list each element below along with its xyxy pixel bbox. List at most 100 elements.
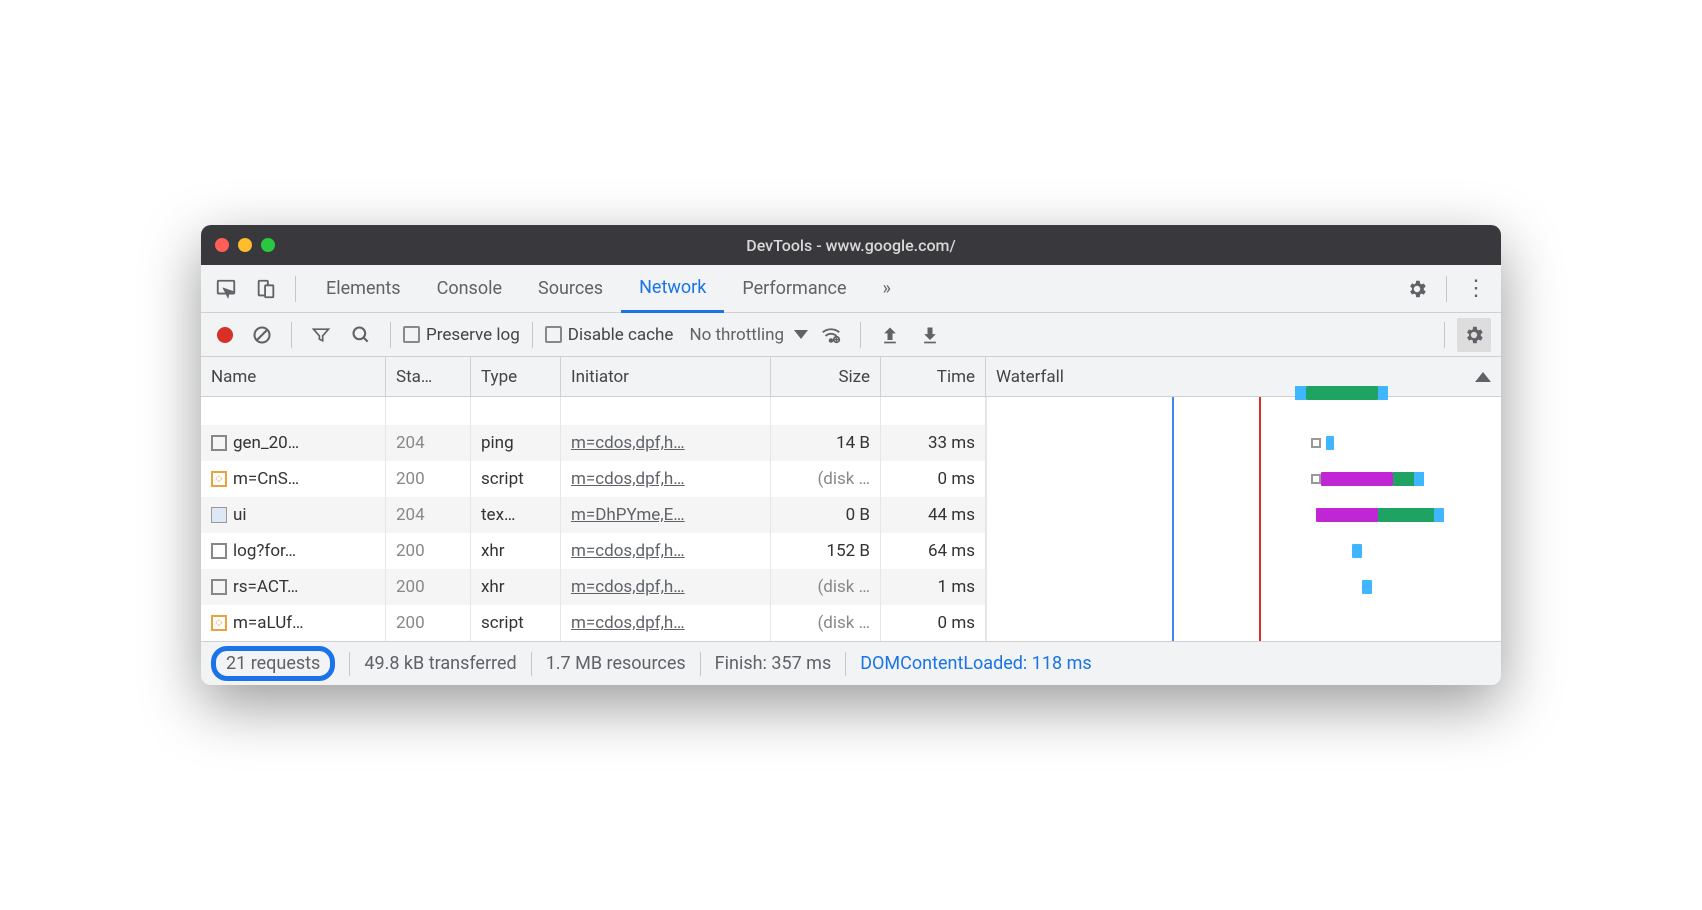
cell-initiator[interactable]: m=cdos,dpf,h… xyxy=(571,541,685,561)
checkbox-icon xyxy=(545,326,562,343)
traffic-lights xyxy=(215,238,275,252)
script-icon: ◇ xyxy=(211,471,227,487)
chevron-down-icon xyxy=(794,330,808,339)
waterfall-bar-segment xyxy=(1378,508,1435,522)
col-name[interactable]: Name xyxy=(201,357,386,396)
close-icon[interactable] xyxy=(215,238,229,252)
cell-size: (disk … xyxy=(771,461,881,497)
separator xyxy=(532,322,533,348)
search-icon[interactable] xyxy=(344,318,378,352)
cell-time: 33 ms xyxy=(881,425,986,461)
tab-performance[interactable]: Performance xyxy=(724,265,864,313)
network-toolbar: Preserve log Disable cache No throttling xyxy=(201,313,1501,357)
table-row[interactable]: gen_20…204pingm=cdos,dpf,h…14 B33 ms xyxy=(201,425,986,461)
col-size[interactable]: Size xyxy=(771,357,881,396)
cell-initiator[interactable]: m=cdos,dpf,h… xyxy=(571,577,685,597)
devtools-window: DevTools - www.google.com/ Elements Cons… xyxy=(201,225,1501,685)
disable-cache-checkbox[interactable]: Disable cache xyxy=(545,325,674,345)
cell-type: script xyxy=(471,605,561,641)
download-har-icon[interactable] xyxy=(913,318,947,352)
cell-type: script xyxy=(471,461,561,497)
resources-stat: 1.7 MB resources xyxy=(532,653,700,674)
tab-network[interactable]: Network xyxy=(621,265,724,313)
device-toggle-icon[interactable] xyxy=(249,272,283,306)
waterfall-bar-segment xyxy=(1393,472,1414,486)
waterfall-bar[interactable] xyxy=(1362,580,1372,594)
separator xyxy=(1446,276,1447,302)
cell-time: 44 ms xyxy=(881,497,986,533)
waterfall-bar[interactable] xyxy=(1321,472,1393,486)
cell-initiator[interactable]: m=cdos,dpf,h… xyxy=(571,433,685,453)
cell-type: xhr xyxy=(471,569,561,605)
separator xyxy=(860,322,861,348)
cell-status: 200 xyxy=(386,533,471,569)
tabs-more-icon[interactable]: » xyxy=(865,265,909,313)
col-time[interactable]: Time xyxy=(881,357,986,396)
tab-console[interactable]: Console xyxy=(419,265,520,313)
table-row[interactable]: ui204tex…m=DhPYme,E…0 B44 ms xyxy=(201,497,986,533)
table-row[interactable]: log?for…200xhrm=cdos,dpf,h…152 B64 ms xyxy=(201,533,986,569)
cell-size: 152 B xyxy=(771,533,881,569)
kebab-menu-icon[interactable]: ⋮ xyxy=(1459,272,1493,306)
throttling-select[interactable]: No throttling xyxy=(689,325,808,345)
script-icon: ◇ xyxy=(211,615,227,631)
minimize-icon[interactable] xyxy=(238,238,252,252)
clear-icon[interactable] xyxy=(245,318,279,352)
table-row[interactable]: ◇m=aLUf…200scriptm=cdos,dpf,h…(disk …0 m… xyxy=(201,605,986,641)
filter-icon[interactable] xyxy=(304,318,338,352)
table-row[interactable]: rs=ACT…200xhrm=cdos,dpf,h…(disk …1 ms xyxy=(201,569,986,605)
cell-size: 14 B xyxy=(771,425,881,461)
waterfall-bar-segment xyxy=(1434,508,1444,522)
transferred-stat: 49.8 kB transferred xyxy=(350,653,530,674)
separator xyxy=(295,276,296,302)
cell-time: 64 ms xyxy=(881,533,986,569)
waterfall-bar-segment xyxy=(1414,472,1424,486)
waterfall-bar[interactable] xyxy=(1316,508,1378,522)
settings-icon[interactable] xyxy=(1400,272,1434,306)
file-icon xyxy=(211,579,227,595)
cell-size: 0 B xyxy=(771,497,881,533)
col-waterfall[interactable]: Waterfall xyxy=(986,357,1501,396)
cell-time: 0 ms xyxy=(881,461,986,497)
waterfall-bar[interactable] xyxy=(1352,544,1362,558)
waterfall-bar[interactable] xyxy=(1306,386,1378,400)
panel-settings-icon[interactable] xyxy=(1457,318,1491,352)
separator xyxy=(291,322,292,348)
waterfall-area xyxy=(986,397,1501,641)
queueing-marker xyxy=(1311,438,1321,448)
image-icon xyxy=(211,507,227,523)
cell-status: 204 xyxy=(386,425,471,461)
cell-name: m=CnS… xyxy=(233,469,299,489)
cell-initiator[interactable]: m=cdos,dpf,h… xyxy=(571,469,685,489)
col-initiator[interactable]: Initiator xyxy=(561,357,771,396)
preserve-log-label: Preserve log xyxy=(426,325,520,345)
cell-type: ping xyxy=(471,425,561,461)
cell-name: log?for… xyxy=(233,541,296,561)
col-type[interactable]: Type xyxy=(471,357,561,396)
cell-size: (disk … xyxy=(771,605,881,641)
network-conditions-icon[interactable] xyxy=(814,318,848,352)
cell-size: (disk … xyxy=(771,569,881,605)
maximize-icon[interactable] xyxy=(261,238,275,252)
cell-initiator[interactable]: m=cdos,dpf,h… xyxy=(571,613,685,633)
cell-status: 200 xyxy=(386,605,471,641)
record-button-icon[interactable] xyxy=(217,327,233,343)
cell-status: 200 xyxy=(386,461,471,497)
disable-cache-label: Disable cache xyxy=(568,325,674,345)
file-icon xyxy=(211,543,227,559)
preserve-log-checkbox[interactable]: Preserve log xyxy=(403,325,520,345)
col-status[interactable]: Sta… xyxy=(386,357,471,396)
titlebar: DevTools - www.google.com/ xyxy=(201,225,1501,265)
queueing-marker xyxy=(1311,474,1321,484)
cell-initiator[interactable]: m=DhPYme,E… xyxy=(571,505,685,525)
waterfall-bar[interactable] xyxy=(1326,436,1334,450)
file-icon xyxy=(211,435,227,451)
waterfall-bar-segment xyxy=(1378,386,1388,400)
inspect-element-icon[interactable] xyxy=(209,272,243,306)
tab-sources[interactable]: Sources xyxy=(520,265,621,313)
table-row[interactable]: ◇ m=CnS… 200script m=cdos,dpf,h… (disk …0 ms xyxy=(201,461,986,497)
domcontentloaded-line xyxy=(1172,397,1174,641)
upload-har-icon[interactable] xyxy=(873,318,907,352)
dcl-stat: DOMContentLoaded: 118 ms xyxy=(846,653,1105,674)
tab-elements[interactable]: Elements xyxy=(308,265,419,313)
